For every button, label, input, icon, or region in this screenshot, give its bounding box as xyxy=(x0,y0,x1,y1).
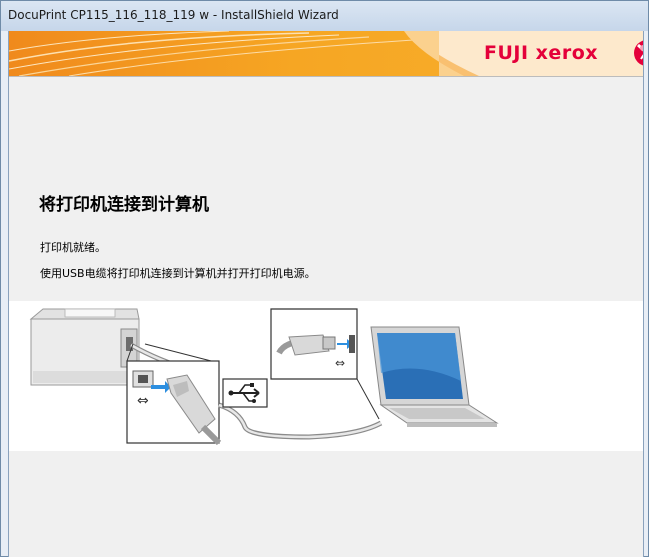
laptop-icon xyxy=(370,326,499,427)
printer-icon xyxy=(29,308,140,386)
page-heading: 将打印机连接到计算机 xyxy=(39,195,209,215)
window-title: DocuPrint CP115_116_118_119 w - InstallS… xyxy=(8,8,339,22)
installer-window: DocuPrint CP115_116_118_119 w - InstallS… xyxy=(0,0,649,557)
wizard-frame: FUJI xerox 将打印机连接到计算机 打印机就绪。 使用USB电缆将打印机… xyxy=(8,31,644,557)
status-text: 打印机就绪。 xyxy=(40,241,106,254)
fuji-xerox-logo: FUJI xerox xyxy=(484,42,598,64)
usb-b-connector-icon: ⇔ xyxy=(126,343,222,446)
title-bar[interactable]: DocuPrint CP115_116_118_119 w - InstallS… xyxy=(1,1,648,31)
instruction-text: 使用USB电缆将打印机连接到计算机并打开打印机电源。 xyxy=(40,267,316,280)
svg-text:⇔: ⇔ xyxy=(137,393,149,409)
usb-symbol-icon xyxy=(222,378,268,408)
wizard-content: 将打印机连接到计算机 打印机就绪。 使用USB电缆将打印机连接到计算机并打开打印… xyxy=(9,77,643,557)
header-banner: FUJI xerox xyxy=(9,31,643,76)
svg-text:⇔: ⇔ xyxy=(335,356,345,370)
usb-a-connector-icon: ⇔ xyxy=(270,308,380,420)
connection-illustration: ⇔ ⇔ xyxy=(9,301,643,451)
